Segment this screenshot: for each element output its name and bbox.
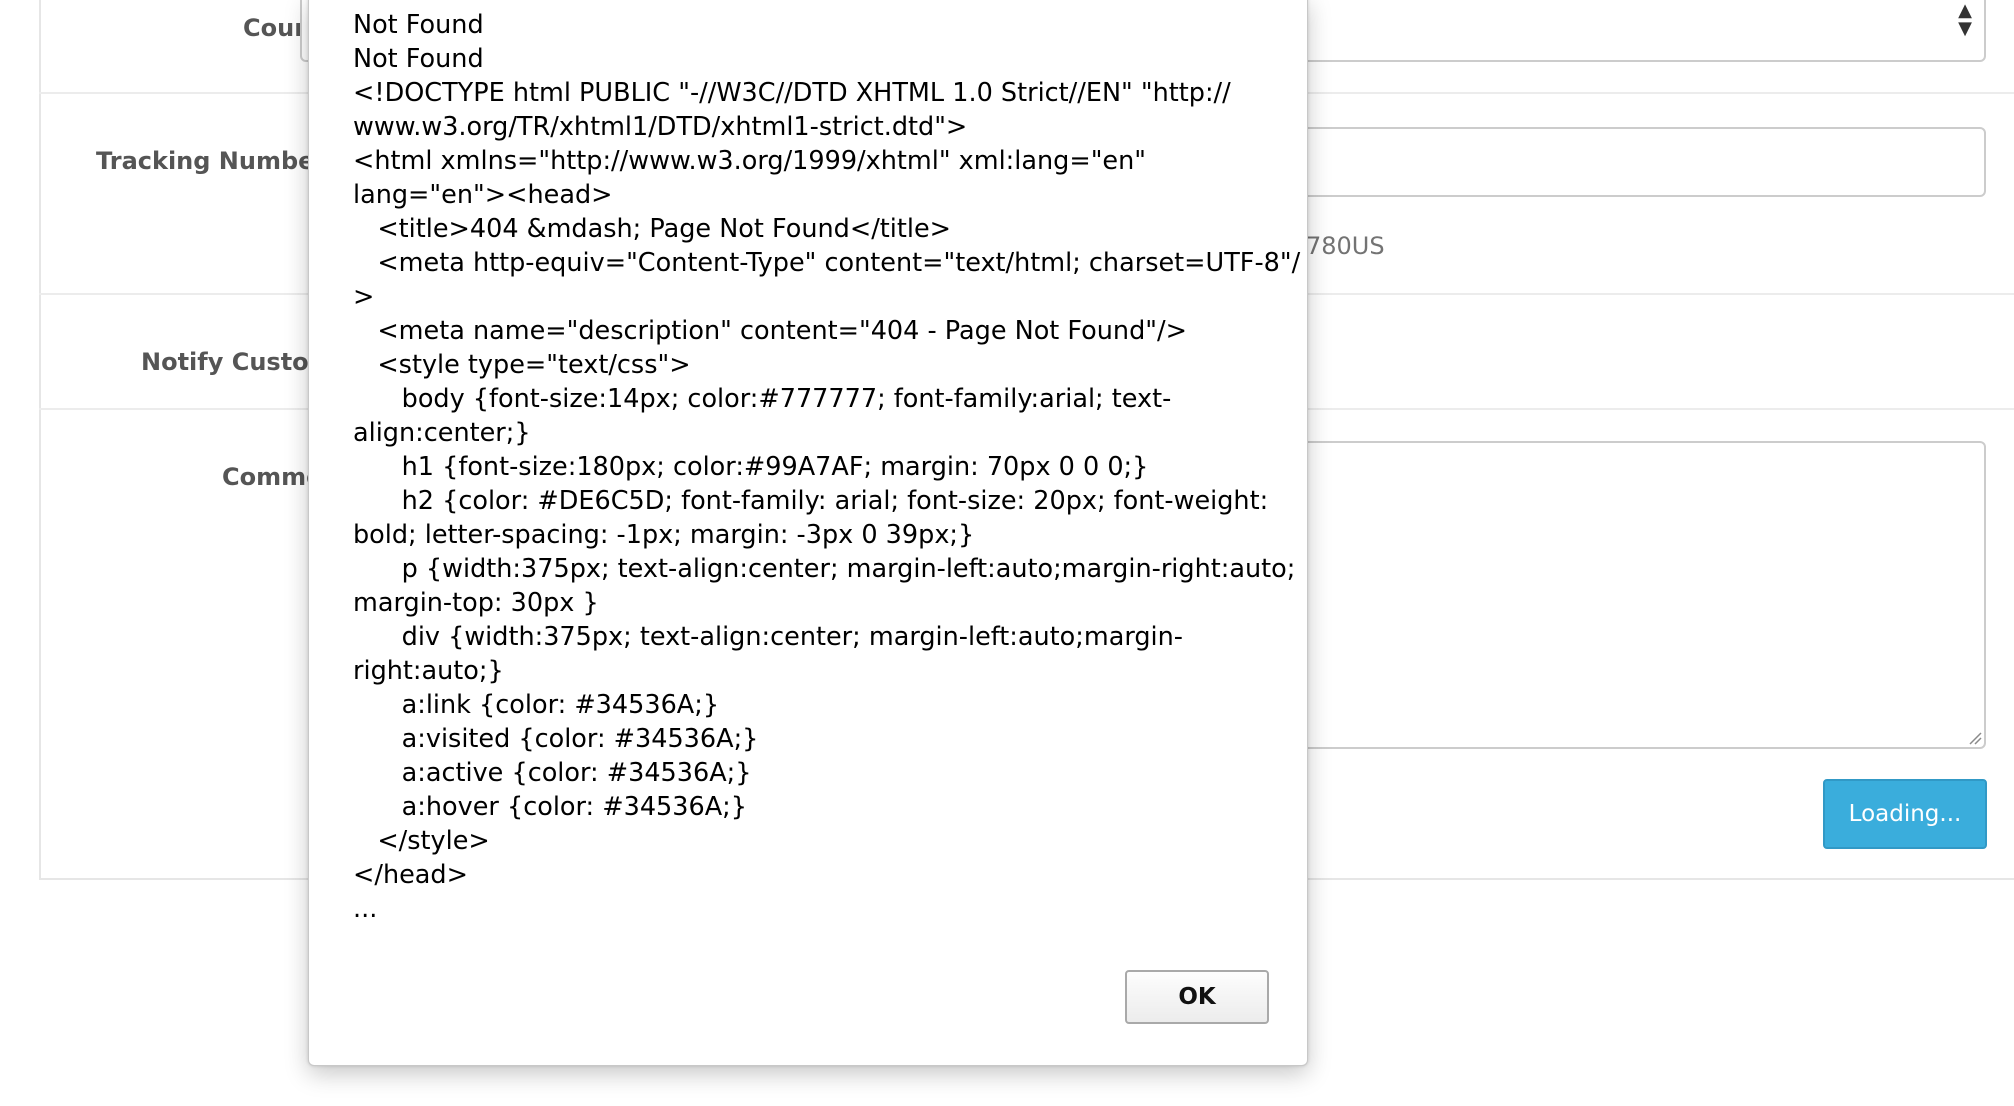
- alert-message-line: >: [353, 282, 375, 312]
- alert-message-line: <html xmlns="http://www.w3.org/1999/xhtm…: [353, 146, 1147, 176]
- notify-customer-label: Notify Custom: [141, 348, 334, 376]
- alert-message: Not Found Not Found <!DOCTYPE html PUBLI…: [353, 8, 1300, 926]
- tracking-number-help-text: 780US: [1306, 232, 1385, 260]
- alert-message-line: </head>: [353, 860, 468, 890]
- alert-message-line: a:visited {color: #34536A;}: [353, 724, 759, 754]
- alert-message-line: ...: [353, 894, 378, 924]
- alert-message-line: a:hover {color: #34536A;}: [353, 792, 747, 822]
- alert-message-line: </style>: [353, 826, 490, 856]
- alert-message-line: <meta http-equiv="Content-Type" content=…: [353, 248, 1301, 278]
- alert-message-line: lang="en"><head>: [353, 180, 613, 210]
- alert-message-line: body {font-size:14px; color:#777777; fon…: [353, 384, 1172, 414]
- page: Couri Tracking Number( Notify Custom Com…: [0, 0, 2014, 1106]
- alert-message-line: www.w3.org/TR/xhtml1/DTD/xhtml1-strict.d…: [353, 112, 968, 142]
- alert-message-line: a:link {color: #34536A;}: [353, 690, 720, 720]
- alert-message-line: <title>404 &mdash; Page Not Found</title…: [353, 214, 952, 244]
- comment-textarea[interactable]: [1300, 441, 1986, 749]
- alert-message-line: h1 {font-size:180px; color:#99A7AF; marg…: [353, 452, 1149, 482]
- alert-message-line: right:auto;}: [353, 656, 504, 686]
- alert-message-line: a:active {color: #34536A;}: [353, 758, 752, 788]
- alert-message-line: Not Found: [353, 44, 484, 74]
- alert-message-line: align:center;}: [353, 418, 531, 448]
- alert-message-line: <meta name="description" content="404 - …: [353, 316, 1187, 346]
- tracking-number-label: Tracking Number(: [96, 147, 338, 175]
- alert-message-line: <!DOCTYPE html PUBLIC "-//W3C//DTD XHTML…: [353, 78, 1231, 108]
- alert-message-line: h2 {color: #DE6C5D; font-family: arial; …: [353, 486, 1269, 516]
- alert-message-line: p {width:375px; text-align:center; margi…: [353, 554, 1296, 584]
- resize-grip-icon[interactable]: [1968, 731, 1982, 745]
- submit-loading-button[interactable]: Loading...: [1823, 779, 1987, 849]
- tracking-number-input[interactable]: [1300, 127, 1986, 197]
- select-arrows-icon: ▲ ▼: [1958, 0, 1972, 39]
- alert-message-line: div {width:375px; text-align:center; mar…: [353, 622, 1183, 652]
- alert-message-line: margin-top: 30px }: [353, 588, 599, 618]
- alert-dialog: Not Found Not Found <!DOCTYPE html PUBLI…: [308, 0, 1308, 1066]
- alert-message-line: Not Found: [353, 10, 484, 40]
- alert-message-line: bold; letter-spacing: -1px; margin: -3px…: [353, 520, 975, 550]
- ok-button[interactable]: OK: [1125, 970, 1269, 1024]
- alert-message-line: <style type="text/css">: [353, 350, 691, 380]
